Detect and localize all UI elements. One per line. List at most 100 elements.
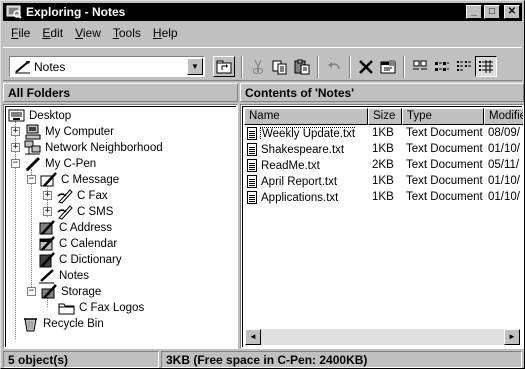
folder-tree-pane[interactable]: Desktop + My Computer + Network Neighbor…: [3, 104, 238, 349]
address-icon: [38, 220, 56, 236]
menu-edit[interactable]: Edit: [36, 25, 69, 43]
paste-button[interactable]: [291, 56, 313, 77]
file-type: Text Document: [406, 143, 483, 155]
tree-item-label: Notes: [59, 270, 90, 282]
expand-toggle[interactable]: +: [43, 191, 52, 200]
collapse-toggle[interactable]: −: [27, 175, 36, 184]
tree-item-label: Desktop: [29, 110, 72, 122]
file-name: Applications.txt: [261, 191, 339, 204]
undo-button[interactable]: [323, 56, 345, 77]
column-header-type[interactable]: Type: [402, 108, 484, 125]
tree-item-desktop[interactable]: Desktop: [8, 108, 71, 124]
location-value: Notes: [34, 59, 66, 74]
tree-item-recycle-bin[interactable]: Recycle Bin: [22, 316, 104, 332]
tree-item-notes[interactable]: Notes: [38, 268, 89, 284]
up-folder-button[interactable]: [213, 56, 235, 77]
tree-item-c-fax[interactable]: + C Fax: [38, 188, 108, 204]
tree-item-my-c-pen[interactable]: − My C-Pen: [6, 156, 96, 172]
details-button[interactable]: [475, 56, 497, 77]
tree-item-c-fax-logos[interactable]: C Fax Logos: [58, 300, 144, 316]
file-type: Text Document: [406, 159, 483, 171]
tree-item-label: My Computer: [45, 126, 115, 138]
list-button[interactable]: [453, 56, 475, 77]
tree-item-c-sms[interactable]: + C SMS: [38, 204, 113, 220]
file-row[interactable]: Shakespeare.txt 1KB Text Document 01/10/: [245, 142, 523, 158]
dictionary-icon: [38, 252, 56, 268]
file-row[interactable]: Applications.txt 1KB Text Document 01/10…: [245, 190, 523, 206]
fax-icon: [56, 188, 74, 204]
file-name-cell: Shakespeare.txt: [247, 143, 344, 156]
tree-item-c-dictionary[interactable]: C Dictionary: [38, 252, 122, 268]
file-row[interactable]: April Report.txt 1KB Text Document 01/10…: [245, 174, 523, 190]
collapse-toggle[interactable]: −: [11, 159, 20, 168]
tree-item-my-computer[interactable]: + My Computer: [6, 124, 114, 140]
dropdown-arrow-icon[interactable]: ▼: [187, 58, 203, 75]
toolbar: Notes ▼: [3, 47, 522, 81]
all-folders-header: All Folders: [3, 83, 238, 102]
file-row[interactable]: ReadMe.txt 2KB Text Document 05/11/: [245, 158, 523, 174]
text-file-icon: [247, 127, 257, 140]
file-row[interactable]: Weekly Update.txt 1KB Text Document 08/0…: [245, 126, 523, 142]
explorer-app-icon[interactable]: [6, 5, 22, 19]
tree-item-c-address[interactable]: C Address: [38, 220, 112, 236]
horizontal-scrollbar[interactable]: ◄ ►: [245, 329, 520, 345]
column-header-modified[interactable]: Modifie: [484, 108, 523, 125]
minimize-button[interactable]: _: [466, 5, 482, 19]
text-file-icon: [247, 159, 257, 172]
file-type: Text Document: [406, 127, 483, 139]
file-name: Shakespeare.txt: [261, 143, 345, 156]
maximize-button[interactable]: □: [484, 5, 500, 19]
tree-item-label: C Address: [59, 222, 113, 234]
explorer-window: Exploring - Notes _ □ ✕ File Edit View T…: [0, 0, 525, 369]
tree-item-label: C Message: [61, 174, 120, 186]
cut-button[interactable]: [247, 56, 269, 77]
file-list-pane[interactable]: Name Size Type Modifie Weekly Update.txt…: [240, 104, 524, 349]
tree-item-c-message[interactable]: − C Message: [22, 172, 119, 188]
scroll-left-button[interactable]: ◄: [245, 329, 261, 345]
tree-item-label: C Dictionary: [59, 254, 122, 266]
large-icons-button[interactable]: [409, 56, 431, 77]
menu-view[interactable]: View: [69, 25, 107, 43]
file-modified: 05/11/: [488, 159, 520, 171]
file-type: Text Document: [406, 191, 483, 203]
menu-tools[interactable]: Tools: [107, 25, 147, 43]
file-modified: 01/10/: [488, 143, 520, 155]
tree-item-network-neighborhood[interactable]: + Network Neighborhood: [6, 140, 163, 156]
file-modified: 01/10/: [488, 191, 520, 203]
file-modified: 08/09/: [488, 127, 520, 139]
notes-pen-icon: [14, 60, 32, 77]
small-icons-button[interactable]: [431, 56, 453, 77]
column-header-name[interactable]: Name: [244, 108, 368, 125]
tree-item-storage[interactable]: − Storage: [22, 284, 101, 300]
menu-help[interactable]: Help: [147, 25, 184, 43]
status-bar: 5 object(s) 3KB (Free space in C-Pen: 24…: [3, 351, 522, 368]
copy-button[interactable]: [269, 56, 291, 77]
location-dropdown[interactable]: Notes ▼: [9, 56, 205, 77]
text-file-icon: [247, 143, 257, 156]
status-free-space: 3KB (Free space in C-Pen: 2400KB): [161, 351, 522, 368]
desktop-icon: [8, 108, 26, 124]
toolbar-separator: [349, 56, 351, 78]
tree-item-label: C Fax Logos: [79, 302, 145, 314]
scroll-right-button[interactable]: ►: [504, 329, 520, 345]
column-header-size[interactable]: Size: [368, 108, 402, 125]
sms-icon: [56, 204, 74, 220]
menu-file[interactable]: File: [5, 25, 36, 43]
properties-button[interactable]: [377, 56, 399, 77]
expand-toggle[interactable]: +: [11, 143, 20, 152]
delete-button[interactable]: [355, 56, 377, 77]
tree-item-label: C Fax: [77, 190, 108, 202]
expand-toggle[interactable]: +: [11, 127, 20, 136]
close-button[interactable]: ✕: [504, 5, 520, 19]
file-size: 1KB: [372, 175, 394, 187]
tree-item-c-calendar[interactable]: C Calendar: [38, 236, 117, 252]
menu-bar: File Edit View Tools Help: [5, 25, 184, 43]
file-name: ReadMe.txt: [261, 159, 320, 172]
tree-item-label: Network Neighborhood: [45, 142, 163, 154]
title-bar[interactable]: Exploring - Notes _ □ ✕: [3, 3, 522, 21]
collapse-toggle[interactable]: −: [27, 287, 36, 296]
storage-icon: [40, 284, 58, 300]
text-file-icon: [247, 191, 257, 204]
expand-toggle[interactable]: +: [43, 207, 52, 216]
network-icon: [24, 140, 42, 156]
